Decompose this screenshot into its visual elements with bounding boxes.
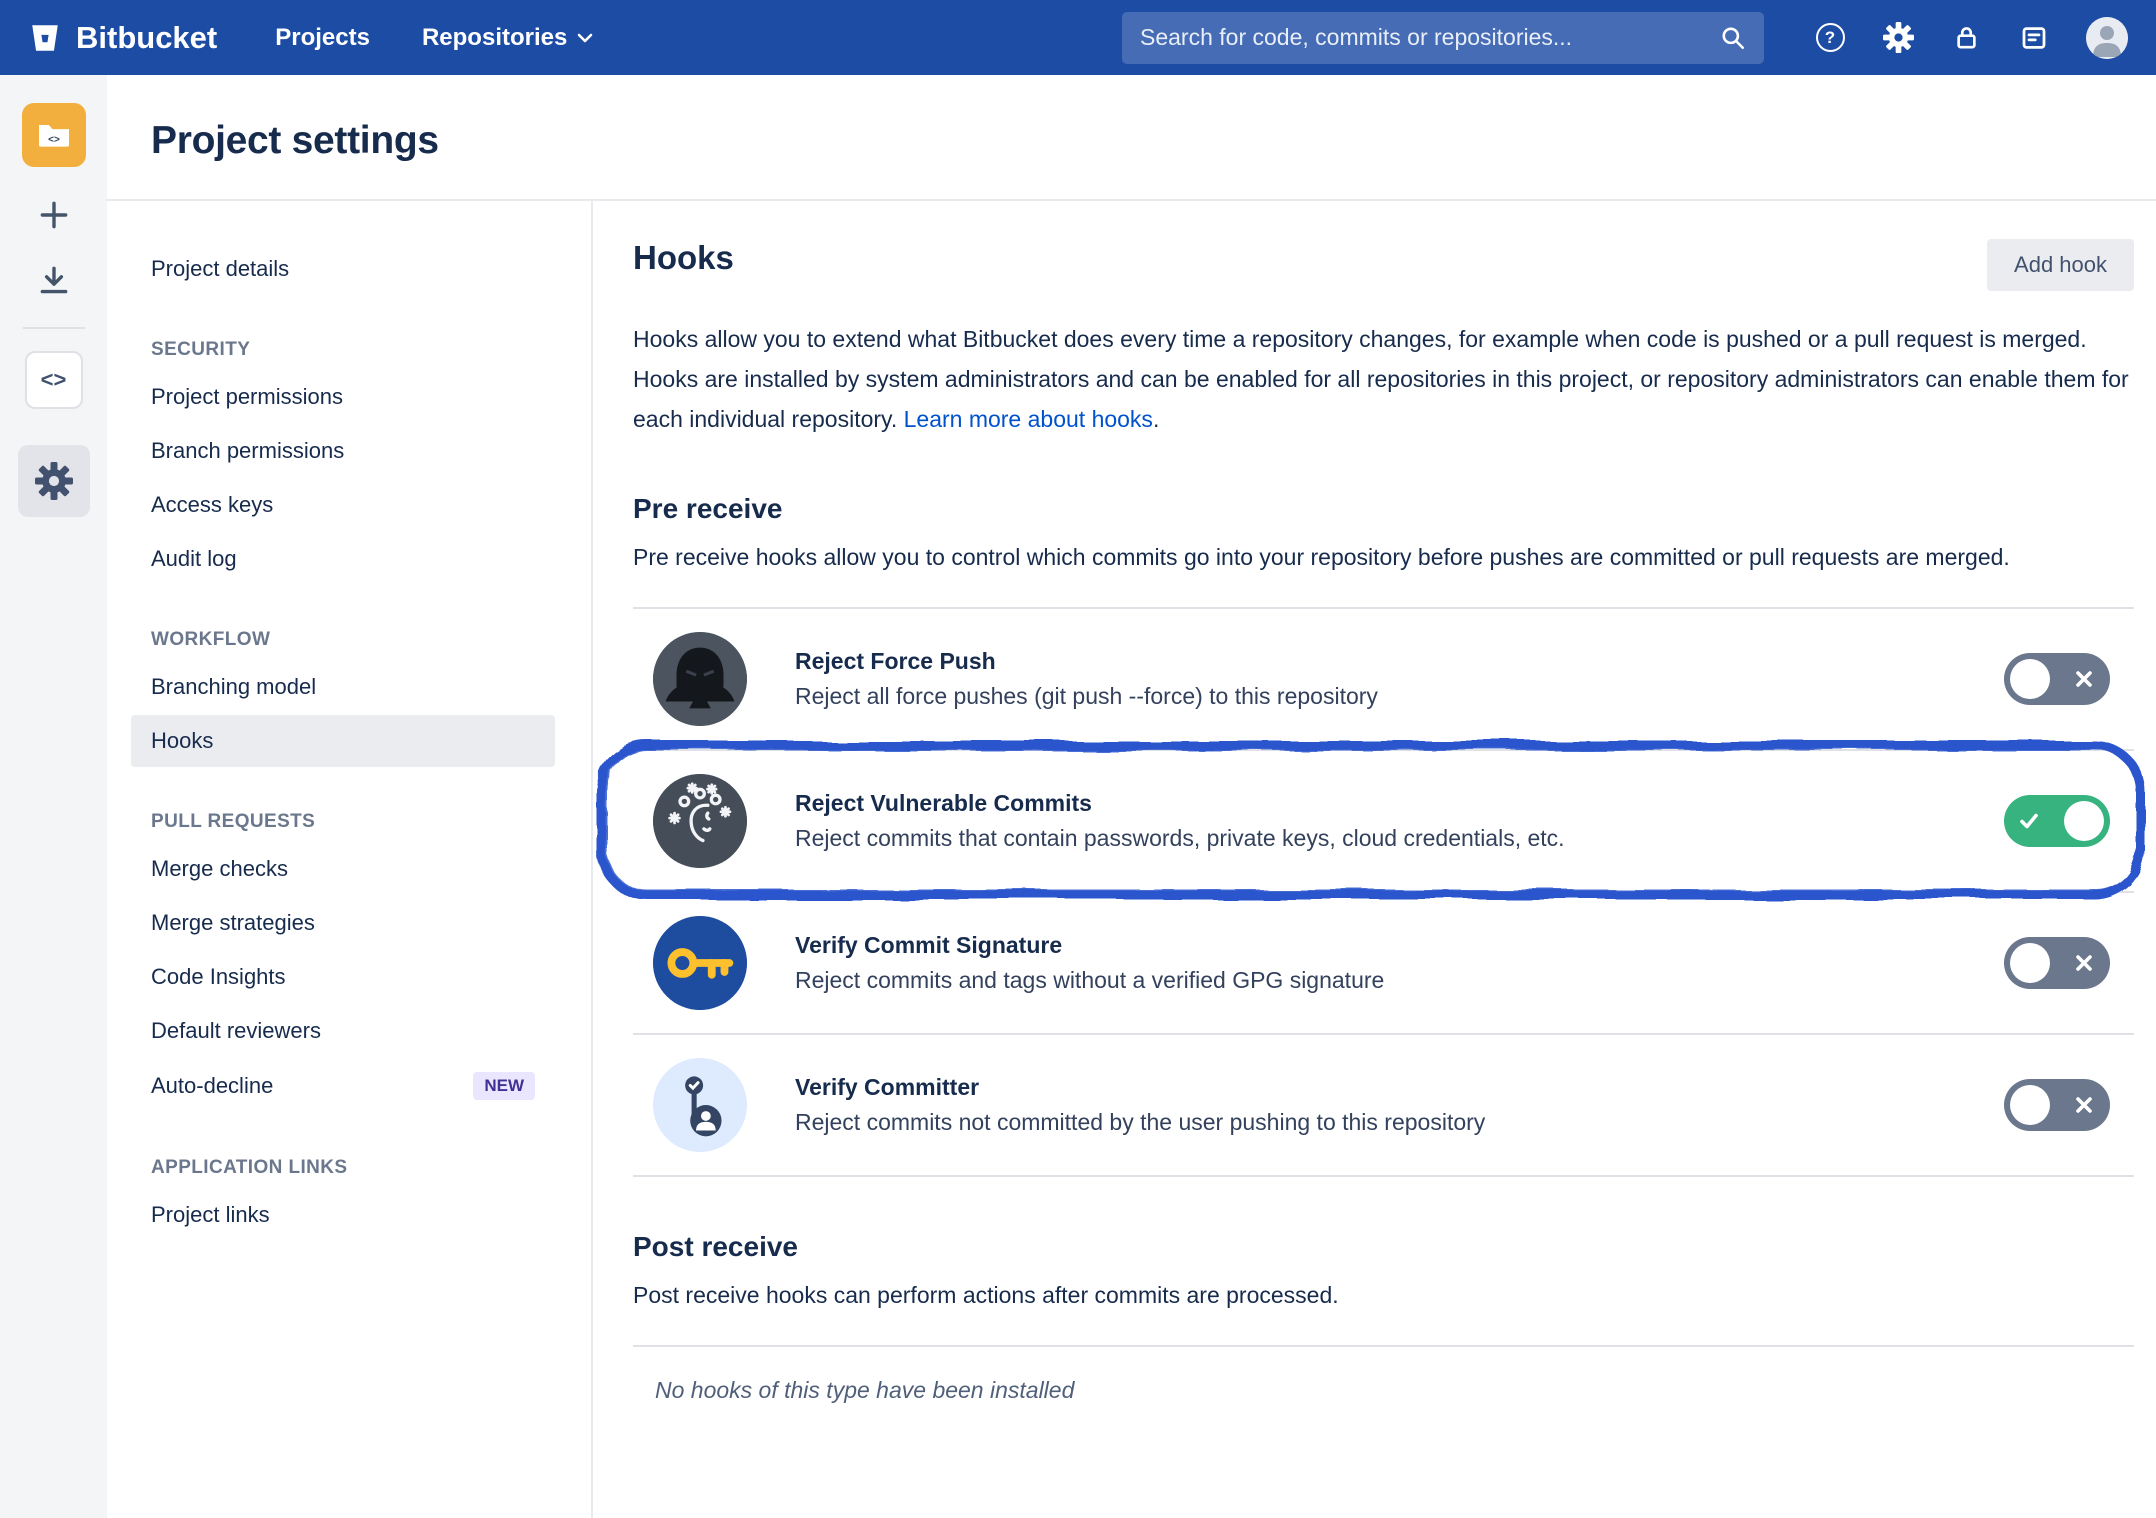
committer-avatar <box>653 1058 747 1152</box>
new-badge: NEW <box>473 1072 535 1100</box>
sidebar-item-audit-log[interactable]: Audit log <box>131 533 555 585</box>
hooks-heading: Hooks <box>633 239 734 277</box>
sidebar-item-branching-model[interactable]: Branching model <box>131 661 555 713</box>
hook-toggle-reject-vulnerable-commits[interactable] <box>2004 795 2110 847</box>
sidebar-item-access-keys[interactable]: Access keys <box>131 479 555 531</box>
lock-icon[interactable] <box>1950 22 1982 54</box>
hook-toggle-reject-force-push[interactable] <box>2004 653 2110 705</box>
settings-gear-icon[interactable] <box>18 445 90 517</box>
toggle-on-check-icon <box>2018 810 2040 832</box>
global-search <box>1122 12 1764 64</box>
post-receive-title: Post receive <box>633 1231 2134 1263</box>
bitbucket-logo[interactable]: Bitbucket <box>28 20 217 56</box>
sidebar-section-application-links: APPLICATION LINKS <box>131 1157 555 1179</box>
toggle-knob <box>2010 1085 2050 1125</box>
sidebar-item-project-details[interactable]: Project details <box>131 243 555 295</box>
help-icon[interactable]: ? <box>1814 22 1846 54</box>
chevron-down-icon <box>577 33 593 43</box>
page-title: Project settings <box>151 119 2156 163</box>
toggle-off-x-icon <box>2074 953 2094 973</box>
bitbucket-bucket-icon <box>28 21 62 55</box>
hook-toggle-verify-committer[interactable] <box>2004 1079 2110 1131</box>
nav-repositories[interactable]: Repositories <box>422 24 593 52</box>
hook-row-reject-force-push: Reject Force Push Reject all force pushe… <box>633 609 2134 751</box>
darth-vader-avatar <box>653 632 747 726</box>
sidebar-item-merge-checks[interactable]: Merge checks <box>131 843 555 895</box>
pre-receive-title: Pre receive <box>633 493 2134 525</box>
sidebar-item-default-reviewers[interactable]: Default reviewers <box>131 1005 555 1057</box>
brand-name: Bitbucket <box>76 20 217 56</box>
nav-projects[interactable]: Projects <box>275 24 370 52</box>
search-input[interactable] <box>1140 24 1720 51</box>
top-navigation: Bitbucket Projects Repositories ? <box>0 0 2156 75</box>
hooks-content: Hooks Add hook Hooks allow you to extend… <box>593 201 2156 1518</box>
post-receive-empty-message: No hooks of this type have been installe… <box>633 1347 2134 1404</box>
toggle-knob <box>2010 943 2050 983</box>
pre-receive-hook-list: Reject Force Push Reject all force pushe… <box>633 607 2134 1177</box>
feedback-icon[interactable] <box>2018 22 2050 54</box>
code-icon[interactable]: <> <box>25 351 83 409</box>
main-area: Project settings Project details SECURIT… <box>107 75 2156 1518</box>
sidebar-item-hooks[interactable]: Hooks <box>131 715 555 767</box>
search-icon <box>1720 25 1746 51</box>
hooks-intro: Hooks allow you to extend what Bitbucket… <box>633 319 2134 439</box>
key-avatar <box>653 916 747 1010</box>
sidebar-item-auto-decline[interactable]: Auto-decline NEW <box>131 1059 555 1113</box>
toggle-knob <box>2064 801 2104 841</box>
hook-description: Reject commits not committed by the user… <box>795 1109 1485 1136</box>
plus-icon[interactable] <box>36 197 72 233</box>
sidebar-item-project-links[interactable]: Project links <box>131 1189 555 1241</box>
sidebar-section-security: SECURITY <box>131 339 555 361</box>
app-rail: <> <> <box>0 75 107 1518</box>
sidebar-section-pull-requests: PULL REQUESTS <box>131 811 555 833</box>
user-avatar[interactable] <box>2086 17 2128 59</box>
gear-icon[interactable] <box>1882 22 1914 54</box>
hook-name: Reject Vulnerable Commits <box>795 790 1565 817</box>
medusa-avatar <box>653 774 747 868</box>
sidebar-item-code-insights[interactable]: Code Insights <box>131 951 555 1003</box>
settings-sidebar: Project details SECURITY Project permiss… <box>107 201 593 1518</box>
download-icon[interactable] <box>36 263 72 299</box>
hook-description: Reject all force pushes (git push --forc… <box>795 683 1378 710</box>
hook-row-verify-committer: Verify Committer Reject commits not comm… <box>633 1035 2134 1177</box>
sidebar-item-branch-permissions[interactable]: Branch permissions <box>131 425 555 477</box>
learn-more-link[interactable]: Learn more about hooks <box>904 406 1153 432</box>
toggle-knob <box>2010 659 2050 699</box>
hook-description: Reject commits that contain passwords, p… <box>795 825 1565 852</box>
sidebar-item-merge-strategies[interactable]: Merge strategies <box>131 897 555 949</box>
top-nav-icons: ? <box>1814 17 2128 59</box>
hook-toggle-verify-commit-signature[interactable] <box>2004 937 2110 989</box>
sidebar-item-project-permissions[interactable]: Project permissions <box>131 371 555 423</box>
toggle-off-x-icon <box>2074 669 2094 689</box>
top-nav-links: Projects Repositories <box>275 24 593 52</box>
sidebar-section-workflow: WORKFLOW <box>131 629 555 651</box>
page-header: Project settings <box>107 75 2156 201</box>
hook-row-verify-commit-signature: Verify Commit Signature Reject commits a… <box>633 893 2134 1035</box>
project-avatar-icon[interactable]: <> <box>22 103 86 167</box>
post-receive-description: Post receive hooks can perform actions a… <box>633 1275 2134 1315</box>
toggle-off-x-icon <box>2074 1095 2094 1115</box>
hook-name: Verify Commit Signature <box>795 932 1384 959</box>
rail-divider <box>23 327 85 329</box>
hook-name: Reject Force Push <box>795 648 1378 675</box>
add-hook-button[interactable]: Add hook <box>1987 239 2134 291</box>
hook-description: Reject commits and tags without a verifi… <box>795 967 1384 994</box>
hook-name: Verify Committer <box>795 1074 1485 1101</box>
svg-text:<>: <> <box>48 135 60 146</box>
pre-receive-description: Pre receive hooks allow you to control w… <box>633 537 2134 577</box>
hook-row-reject-vulnerable-commits: Reject Vulnerable Commits Reject commits… <box>633 751 2134 893</box>
